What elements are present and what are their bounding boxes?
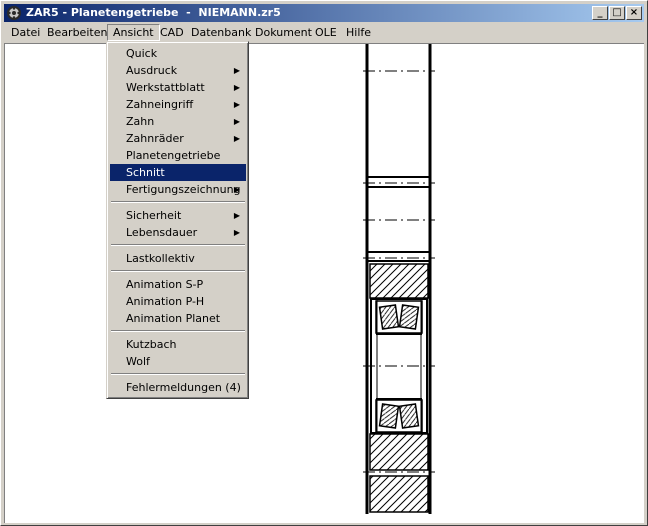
menuitem-label: Zahn — [126, 115, 155, 128]
menu-ansicht[interactable]: Ansicht — [107, 24, 160, 41]
housing-bottom — [369, 433, 429, 471]
menuitem-zahn[interactable]: Zahn ▶ — [110, 113, 246, 130]
menu-dokument[interactable]: Dokument — [250, 24, 317, 41]
menuitem-werkstattblatt[interactable]: Werkstattblatt ▶ — [110, 79, 246, 96]
menuitem-label: Lastkollektiv — [126, 252, 195, 265]
menuitem-label: Werkstattblatt — [126, 81, 205, 94]
drawing-canvas[interactable] — [4, 43, 644, 523]
menuitem-planetengetriebe[interactable]: Planetengetriebe — [110, 147, 246, 164]
menu-separator — [111, 330, 245, 332]
ansicht-dropdown-menu: Quick Ausdruck ▶ Werkstattblatt ▶ Zahneing… — [106, 41, 249, 399]
bearing-bottom — [375, 398, 423, 433]
menu-bar: Datei Bearbeiten Ansicht CAD Datenbank D… — [4, 23, 644, 42]
menuitem-animation-planet[interactable]: Animation Planet — [110, 310, 246, 327]
menuitem-label: Zahnräder — [126, 132, 184, 145]
menuitem-fertigungszeichnung[interactable]: Fertigungszeichnung ▶ — [110, 181, 246, 198]
submenu-arrow-icon: ▶ — [233, 211, 240, 220]
window-title: ZAR5 - Planetengetriebe - NIEMANN.zr5 — [26, 6, 281, 19]
submenu-arrow-icon: ▶ — [233, 83, 240, 92]
app-window: ZAR5 - Planetengetriebe - NIEMANN.zr5 _ … — [0, 0, 648, 526]
menuitem-label: Fehlermeldungen (4) — [126, 381, 241, 394]
menu-separator — [111, 201, 245, 203]
menu-bearbeiten[interactable]: Bearbeiten — [42, 24, 112, 41]
submenu-arrow-icon: ▶ — [233, 100, 240, 109]
menuitem-label: Schnitt — [126, 166, 165, 179]
menuitem-lebensdauer[interactable]: Lebensdauer ▶ — [110, 224, 246, 241]
menuitem-ausdruck[interactable]: Ausdruck ▶ — [110, 62, 246, 79]
close-button[interactable]: × — [626, 6, 642, 20]
maximize-icon: □ — [612, 7, 622, 18]
housing-top — [369, 263, 429, 299]
housing-base — [369, 475, 429, 513]
menuitem-fehlermeldungen[interactable]: Fehlermeldungen (4) — [110, 379, 246, 396]
menu-ole[interactable]: OLE — [310, 24, 342, 41]
menuitem-label: Planetengetriebe — [126, 149, 221, 162]
submenu-arrow-icon: ▶ — [233, 117, 240, 126]
menu-separator — [111, 270, 245, 272]
menu-datei[interactable]: Datei — [6, 24, 45, 41]
menuitem-label: Zahneingriff — [126, 98, 194, 111]
menuitem-animation-s-p[interactable]: Animation S-P — [110, 276, 246, 293]
menuitem-label: Fertigungszeichnung — [126, 183, 241, 196]
submenu-arrow-icon: ▶ — [233, 134, 240, 143]
minimize-button[interactable]: _ — [592, 6, 608, 20]
section-drawing — [363, 44, 435, 514]
menu-separator — [111, 244, 245, 246]
menuitem-zahnraeder[interactable]: Zahnräder ▶ — [110, 130, 246, 147]
menuitem-label: Sicherheit — [126, 209, 182, 222]
menuitem-label: Animation P-H — [126, 295, 205, 308]
bearing-top — [375, 300, 423, 335]
menuitem-quick[interactable]: Quick — [110, 45, 246, 62]
menuitem-schnitt[interactable]: Schnitt — [110, 164, 246, 181]
menu-cad[interactable]: CAD — [155, 24, 189, 41]
menuitem-lastkollektiv[interactable]: Lastkollektiv — [110, 250, 246, 267]
gear-body — [367, 176, 430, 262]
menuitem-zahneingriff[interactable]: Zahneingriff ▶ — [110, 96, 246, 113]
menu-datenbank[interactable]: Datenbank — [186, 24, 256, 41]
title-bar[interactable]: ZAR5 - Planetengetriebe - NIEMANN.zr5 _ … — [4, 4, 644, 22]
menu-hilfe[interactable]: Hilfe — [341, 24, 376, 41]
menuitem-label: Animation S-P — [126, 278, 204, 291]
menuitem-label: Kutzbach — [126, 338, 177, 351]
gear-icon[interactable] — [6, 5, 22, 21]
menuitem-label: Wolf — [126, 355, 150, 368]
menuitem-label: Ausdruck — [126, 64, 178, 77]
maximize-button[interactable]: □ — [609, 6, 625, 20]
submenu-arrow-icon: ▶ — [233, 228, 240, 237]
menuitem-sicherheit[interactable]: Sicherheit ▶ — [110, 207, 246, 224]
submenu-arrow-icon: ▶ — [233, 66, 240, 75]
menuitem-wolf[interactable]: Wolf — [110, 353, 246, 370]
menuitem-kutzbach[interactable]: Kutzbach — [110, 336, 246, 353]
menuitem-label: Lebensdauer — [126, 226, 198, 239]
minimize-icon: _ — [597, 7, 603, 18]
submenu-arrow-icon: ▶ — [233, 185, 240, 194]
menu-separator — [111, 373, 245, 375]
close-icon: × — [629, 7, 639, 18]
menuitem-label: Quick — [126, 47, 158, 60]
menuitem-label: Animation Planet — [126, 312, 221, 325]
menuitem-animation-p-h[interactable]: Animation P-H — [110, 293, 246, 310]
